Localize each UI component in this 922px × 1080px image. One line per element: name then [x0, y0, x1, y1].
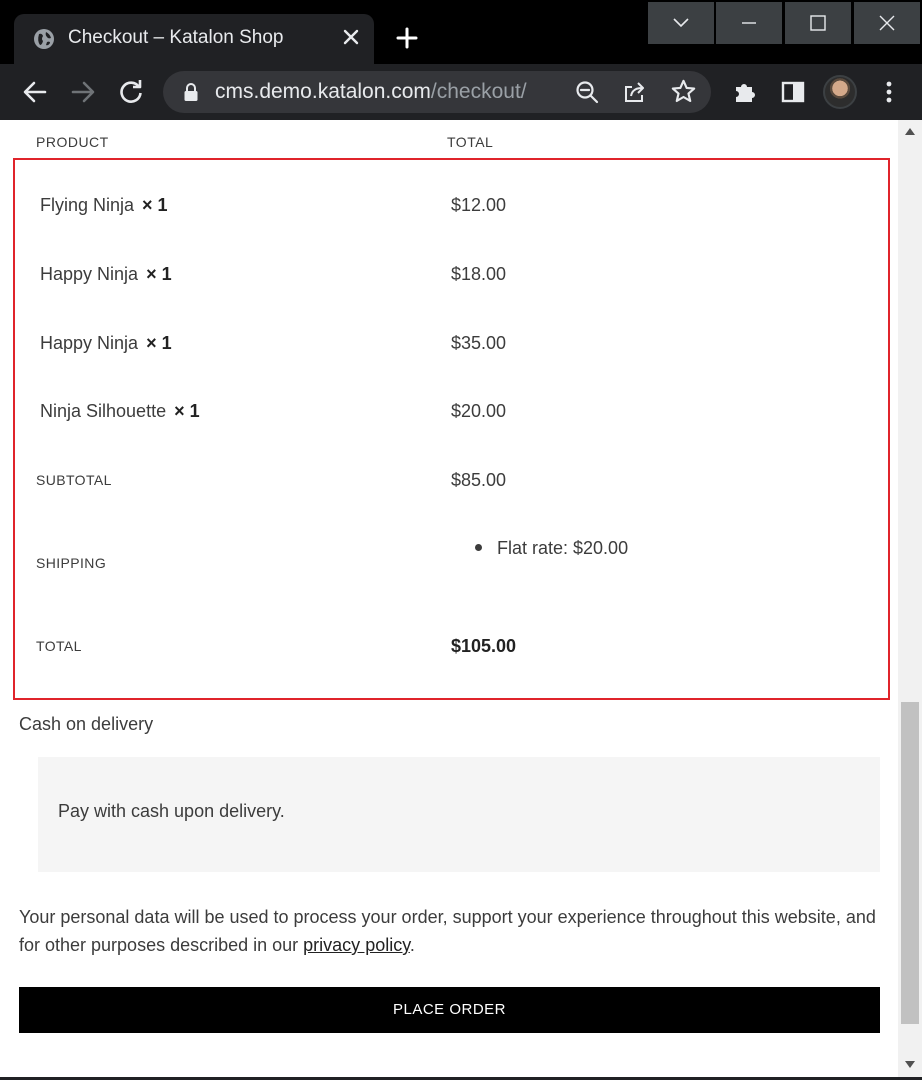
privacy-text-end: . — [409, 935, 415, 955]
shipping-label: SHIPPING — [36, 555, 107, 571]
product-name: Ninja Silhouette — [40, 401, 167, 421]
more-menu-icon[interactable] — [875, 78, 903, 106]
share-icon[interactable] — [622, 79, 648, 105]
globe-icon — [34, 29, 54, 49]
total-column-header: TOTAL — [447, 134, 494, 150]
extensions-puzzle-icon[interactable] — [731, 78, 759, 106]
payment-description-box: Pay with cash upon delivery. — [38, 757, 880, 872]
order-total-value: $105.00 — [451, 636, 517, 656]
browser-chrome: Checkout – Katalon Shop cms.demo.katalon… — [0, 0, 922, 120]
url-text[interactable]: cms.demo.katalon.com/checkout/ — [215, 80, 527, 104]
side-panel-icon[interactable] — [779, 78, 807, 106]
address-bar[interactable]: cms.demo.katalon.com/checkout/ — [163, 71, 711, 113]
product-quantity: × 1 — [146, 264, 172, 284]
subtotal-label: SUBTOTAL — [36, 472, 112, 488]
order-item-price: $12.00 — [451, 195, 507, 215]
order-review-highlight — [13, 158, 890, 700]
close-tab-icon[interactable] — [339, 25, 363, 49]
url-path: /checkout/ — [430, 80, 527, 103]
maximize-icon — [810, 15, 826, 31]
privacy-notice: Your personal data will be used to proce… — [19, 903, 879, 959]
tab-search-button[interactable] — [648, 2, 714, 44]
zoom-out-icon[interactable] — [574, 79, 600, 105]
order-item-name: Happy Ninja × 1 — [40, 264, 172, 285]
subtotal-value: $85.00 — [451, 470, 507, 490]
tab-title: Checkout – Katalon Shop — [68, 27, 284, 48]
maximize-button[interactable] — [785, 2, 851, 44]
checkout-page: PRODUCT TOTAL Flying Ninja × 1 $12.00 Hap… — [0, 120, 898, 1080]
profile-avatar[interactable] — [823, 75, 857, 109]
order-item-price: $35.00 — [451, 333, 507, 353]
product-name: Happy Ninja — [40, 264, 139, 284]
reload-icon[interactable] — [117, 78, 145, 106]
shipping-option: Flat rate: $20.00 — [497, 538, 629, 558]
scrollbar-thumb[interactable] — [901, 702, 919, 1024]
place-order-button[interactable]: PLACE ORDER — [19, 987, 880, 1033]
order-item-name: Ninja Silhouette × 1 — [40, 401, 200, 422]
scroll-down-arrow-icon[interactable] — [905, 1061, 915, 1068]
order-item-price: $20.00 — [451, 401, 507, 421]
shipping-bullet — [475, 544, 482, 551]
product-name: Flying Ninja — [40, 195, 135, 215]
product-quantity: × 1 — [146, 333, 172, 353]
payment-description: Pay with cash upon delivery. — [58, 801, 285, 821]
bookmark-star-icon[interactable] — [670, 78, 697, 105]
total-label: TOTAL — [36, 638, 82, 654]
payment-method-label[interactable]: Cash on delivery — [19, 714, 153, 735]
browser-tab[interactable]: Checkout – Katalon Shop — [14, 14, 374, 64]
product-quantity: × 1 — [142, 195, 168, 215]
order-item-price: $18.00 — [451, 264, 507, 284]
product-quantity: × 1 — [174, 401, 200, 421]
back-arrow-icon[interactable] — [21, 78, 49, 106]
privacy-text: Your personal data will be used to proce… — [19, 907, 876, 955]
privacy-policy-link[interactable]: privacy policy — [303, 935, 410, 955]
minimize-icon — [742, 22, 756, 24]
scroll-up-arrow-icon[interactable] — [905, 128, 915, 135]
close-window-icon — [879, 15, 895, 31]
product-column-header: PRODUCT — [36, 134, 109, 150]
close-window-button[interactable] — [854, 2, 920, 44]
chevron-down-icon — [673, 18, 689, 28]
lock-icon[interactable] — [183, 82, 199, 102]
order-item-name: Flying Ninja × 1 — [40, 195, 168, 216]
minimize-button[interactable] — [716, 2, 782, 44]
browser-toolbar: cms.demo.katalon.com/checkout/ — [0, 64, 922, 120]
order-item-name: Happy Ninja × 1 — [40, 333, 172, 354]
product-name: Happy Ninja — [40, 333, 139, 353]
new-tab-icon[interactable] — [393, 24, 421, 52]
forward-arrow-icon[interactable] — [69, 78, 97, 106]
page-scrollbar[interactable] — [898, 120, 922, 1080]
url-host: cms.demo.katalon.com — [215, 80, 431, 103]
